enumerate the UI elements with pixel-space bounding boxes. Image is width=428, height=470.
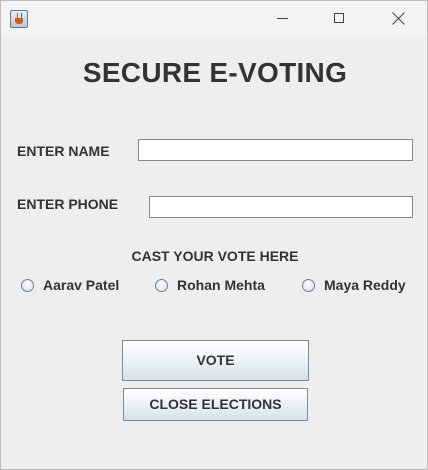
maximize-button[interactable] bbox=[317, 1, 363, 37]
phone-label: ENTER PHONE bbox=[17, 196, 119, 212]
close-window-button[interactable] bbox=[375, 1, 421, 37]
close-elections-button[interactable]: CLOSE ELECTIONS bbox=[123, 388, 308, 421]
radio-button[interactable] bbox=[21, 278, 34, 292]
maximize-icon bbox=[334, 13, 344, 23]
candidate-option-maya-reddy[interactable]: Maya Reddy bbox=[302, 275, 406, 295]
candidate-label[interactable]: Rohan Mehta bbox=[177, 277, 265, 293]
minimize-icon bbox=[277, 18, 288, 19]
vote-prompt: CAST YOUR VOTE HERE bbox=[131, 248, 299, 264]
app-window: SECURE E-VOTING ENTER NAME ENTER PHONE C… bbox=[0, 0, 428, 470]
name-input[interactable] bbox=[138, 139, 413, 161]
title-bar[interactable] bbox=[1, 1, 427, 37]
minimize-button[interactable] bbox=[259, 1, 305, 37]
candidate-option-rohan-mehta[interactable]: Rohan Mehta bbox=[155, 275, 265, 295]
candidate-label[interactable]: Maya Reddy bbox=[324, 277, 406, 293]
java-app-icon[interactable] bbox=[10, 10, 28, 28]
close-icon bbox=[392, 12, 405, 25]
candidate-label[interactable]: Aarav Patel bbox=[43, 277, 119, 293]
phone-input[interactable] bbox=[149, 196, 413, 218]
radio-button[interactable] bbox=[302, 278, 315, 292]
name-label: ENTER NAME bbox=[17, 143, 110, 159]
page-title: SECURE E-VOTING bbox=[82, 57, 348, 88]
candidate-option-aarav-patel[interactable]: Aarav Patel bbox=[21, 275, 119, 295]
radio-button[interactable] bbox=[155, 278, 168, 292]
vote-button[interactable]: VOTE bbox=[122, 340, 309, 381]
